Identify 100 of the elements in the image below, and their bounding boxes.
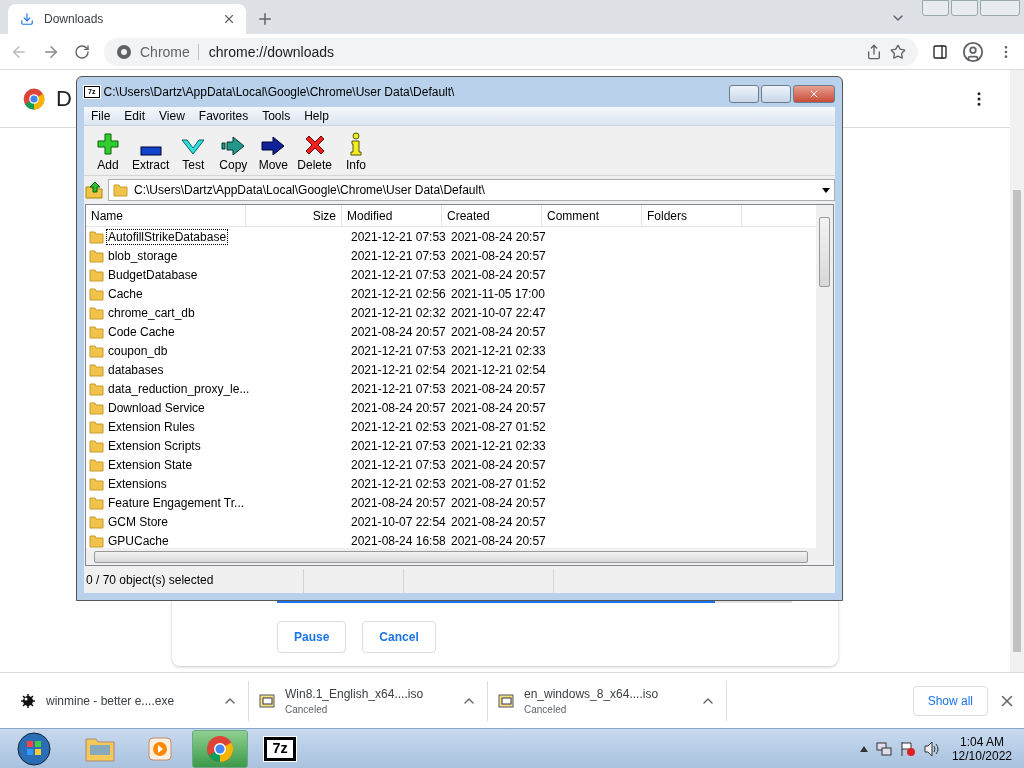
file-name[interactable]: GCM Store — [107, 514, 169, 529]
speaker-icon[interactable] — [923, 740, 940, 757]
toolbar-button[interactable]: Copy — [213, 136, 254, 172]
page-title: D — [56, 85, 72, 112]
folder-icon — [113, 183, 128, 197]
folder-icon — [89, 267, 104, 282]
column-header[interactable]: Folders — [642, 205, 742, 227]
close-icon[interactable] — [222, 12, 236, 26]
download-action-button[interactable]: Pause — [277, 621, 347, 653]
cross-icon — [303, 134, 326, 156]
folder-up-icon[interactable] — [84, 180, 104, 200]
horizontal-scrollbar[interactable] — [86, 548, 816, 565]
toolbar-button[interactable]: Extract — [128, 146, 174, 172]
toolbar-button[interactable]: Info — [336, 132, 377, 172]
show-all-button[interactable]: Show all — [912, 685, 988, 716]
star-icon[interactable] — [890, 43, 906, 60]
disc-file-icon — [498, 692, 514, 709]
column-header[interactable]: Comment — [542, 205, 642, 227]
file-name[interactable]: Extension Scripts — [107, 438, 202, 453]
menu-item[interactable]: Tools — [255, 107, 298, 125]
menu-item[interactable]: View — [152, 107, 192, 125]
file-name[interactable]: data_reduction_proxy_le... — [107, 381, 251, 396]
download-item[interactable]: en_windows_8_x64....iso Canceled — [494, 680, 727, 721]
window-title: C:\Users\Dartz\AppData\Local\Google\Chrome\User Data\Default\ — [103, 85, 456, 99]
folder-icon — [89, 438, 104, 453]
file-name[interactable]: databases — [107, 362, 165, 377]
browser-logo-icon — [22, 86, 46, 111]
address-bar[interactable]: Chrome chrome://downloads — [104, 37, 918, 66]
minus-icon — [138, 146, 163, 156]
file-name[interactable]: AutofillStrikeDatabase — [107, 229, 228, 244]
toolbar-button[interactable]: Move — [253, 136, 294, 172]
browser-logo-icon — [205, 733, 235, 764]
clock[interactable]: 1:04 AM 12/10/2022 — [947, 734, 1016, 763]
file-name[interactable]: Extension Rules — [107, 419, 196, 434]
file-name[interactable]: Download Service — [107, 400, 206, 415]
new-tab-icon[interactable] — [256, 10, 274, 28]
download-item[interactable]: Win8.1_English_x64....iso Canceled — [255, 680, 488, 721]
archiver-logo: 7z — [264, 736, 296, 761]
menu-item[interactable]: Help — [297, 107, 336, 125]
scrollbar[interactable] — [1010, 70, 1024, 672]
reload-icon[interactable] — [74, 43, 90, 60]
network-icon[interactable] — [875, 740, 892, 757]
folder-icon — [89, 514, 104, 529]
maximize-button[interactable] — [761, 85, 791, 103]
folder-icon — [89, 476, 104, 491]
file-name[interactable]: blob_storage — [107, 248, 179, 263]
plus-icon — [96, 132, 120, 156]
column-header[interactable]: Modified — [342, 205, 442, 227]
triangle-up-icon[interactable] — [859, 745, 868, 752]
share-icon[interactable] — [866, 43, 882, 60]
menu-item[interactable]: File — [84, 107, 118, 125]
profile-icon[interactable] — [962, 40, 984, 63]
folder-icon — [89, 229, 104, 244]
toolbar-button[interactable]: Add — [88, 132, 128, 172]
check-icon — [181, 138, 206, 156]
arrow-icon — [221, 136, 246, 156]
column-header[interactable]: Created — [442, 205, 542, 227]
side-panel-icon[interactable] — [932, 43, 948, 60]
file-name[interactable]: BudgetDatabase — [107, 267, 199, 282]
download-icon — [20, 12, 34, 26]
file-name[interactable]: coupon_db — [107, 343, 169, 358]
file-name[interactable]: GPUCache — [107, 533, 170, 548]
close-icon — [808, 88, 820, 100]
column-header[interactable]: Size — [246, 205, 342, 227]
file-name[interactable]: Feature Engagement Tr... — [107, 495, 246, 510]
status-text: 0 / 70 object(s) selected — [84, 569, 304, 593]
folder-icon — [89, 324, 104, 339]
close-button[interactable] — [793, 85, 835, 103]
minimize-button[interactable] — [729, 85, 759, 103]
download-action-button[interactable]: Cancel — [362, 621, 436, 653]
folder-icon — [89, 286, 104, 301]
menu-item[interactable]: Edit — [117, 107, 153, 125]
flag-icon[interactable] — [899, 740, 916, 757]
column-header[interactable]: Name — [86, 205, 246, 227]
folder-icon — [89, 381, 104, 396]
dropdown-icon[interactable] — [822, 187, 830, 193]
file-name[interactable]: Extensions — [107, 476, 168, 491]
folder-icon — [89, 362, 104, 377]
menu-item[interactable]: Favorites — [191, 107, 256, 125]
path-field[interactable]: C:\Users\Dartz\AppData\Local\Google\Chrome\User Data\Default\ — [108, 179, 835, 201]
play-icon — [146, 734, 174, 763]
file-name[interactable]: chrome_cart_db — [107, 305, 196, 320]
file-name[interactable]: Cache — [107, 286, 144, 301]
folder-icon — [89, 495, 104, 510]
folder-icon — [89, 343, 104, 358]
taskbar-app[interactable]: 7z — [252, 729, 308, 768]
vertical-scrollbar[interactable] — [816, 205, 833, 548]
toolbar-button[interactable]: Test — [173, 138, 214, 172]
folder-icon — [89, 248, 104, 263]
file-name[interactable]: Extension State — [107, 457, 194, 472]
site-label: Chrome — [140, 43, 190, 60]
folder-icon — [89, 457, 104, 472]
start-button[interactable] — [16, 730, 52, 767]
taskbar-app[interactable] — [192, 729, 248, 768]
file-name[interactable]: Code Cache — [107, 324, 176, 339]
arrow-icon — [261, 136, 286, 156]
browser-tab[interactable]: Downloads — [8, 4, 246, 34]
toolbar-button[interactable]: Delete — [293, 134, 337, 172]
info-icon — [349, 132, 364, 156]
download-item[interactable]: winmine - better e....exe — [16, 680, 249, 721]
